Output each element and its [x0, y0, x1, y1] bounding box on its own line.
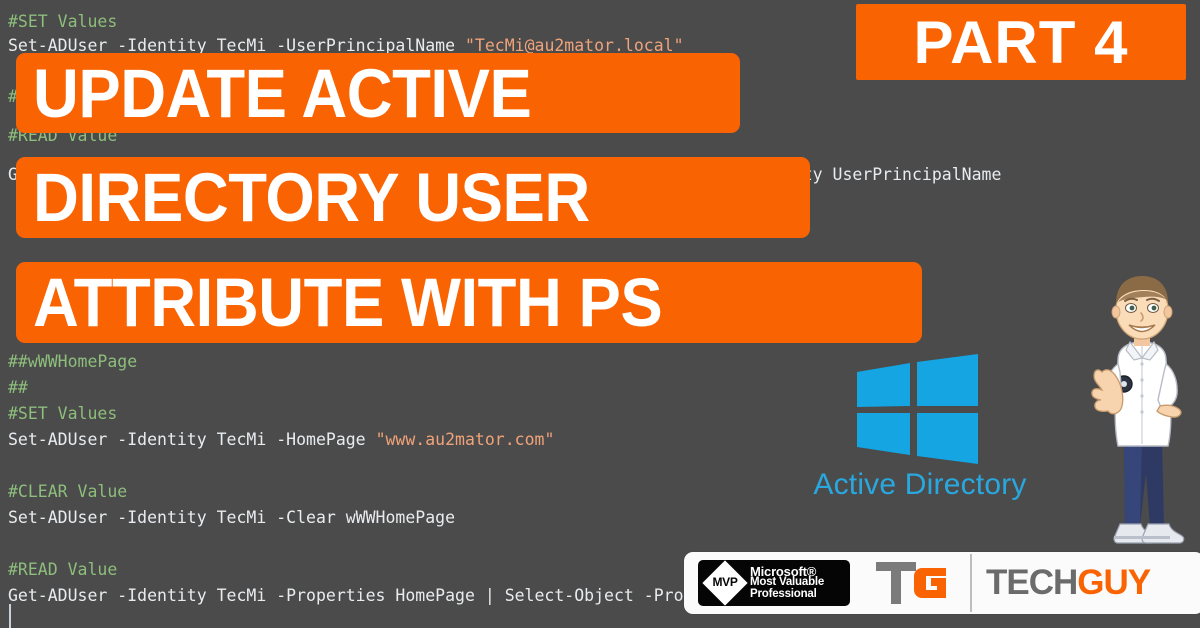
- microsoft-mvp-badge: MVP Microsoft® Most Valuable Professiona…: [698, 560, 850, 606]
- title-line-3-text: ATTRIBUTE WITH PS: [33, 264, 663, 341]
- mvp-diamond-icon: MVP: [702, 560, 748, 606]
- part-badge: PART 4: [856, 4, 1186, 80]
- thumbnail-canvas: #SET Values Set-ADUser -Identity TecMi -U…: [0, 0, 1200, 628]
- mvp-line-3: Professional: [750, 587, 817, 600]
- active-directory-block: Active Directory: [770, 352, 1070, 512]
- part-badge-label: PART 4: [913, 8, 1129, 76]
- logo-bar: MVP Microsoft® Most Valuable Professiona…: [684, 552, 1200, 614]
- brand-guy: GUY: [1077, 563, 1151, 602]
- code-line: Set-ADUser -Identity TecMi -Clear wWWHom…: [8, 498, 455, 537]
- title-line-1-text: UPDATE ACTIVE: [33, 54, 532, 132]
- windows-logo: [857, 354, 978, 464]
- techguy-avatar-thumbs-up: [1091, 276, 1185, 544]
- brand-tech: TECH: [986, 563, 1078, 602]
- text-caret: [9, 604, 11, 628]
- title-banner-line-2: DIRECTORY USER: [16, 157, 810, 238]
- code-segment: Set-ADUser -Identity TecMi -Clear wWWHom…: [8, 508, 456, 527]
- title-banner-line-1: UPDATE ACTIVE: [16, 53, 740, 133]
- title-line-2-text: DIRECTORY USER: [33, 159, 590, 236]
- techguy-wordmark: TECHGUY: [986, 563, 1151, 603]
- code-segment: Set-ADUser -Identity TecMi -HomePage: [8, 430, 376, 449]
- code-segment: "www.au2mator.com": [375, 430, 555, 449]
- active-directory-label: Active Directory: [813, 468, 1027, 501]
- mvp-wordmark: Microsoft® Most Valuable Professional: [750, 565, 824, 601]
- mvp-diamond-label: MVP: [712, 575, 738, 589]
- code-line: Set-ADUser -Identity TecMi -HomePage "ww…: [8, 420, 554, 459]
- logo-bar-divider: [970, 554, 972, 612]
- title-banner-line-3: ATTRIBUTE WITH PS: [16, 262, 922, 343]
- tg-monogram-logo: [876, 562, 946, 604]
